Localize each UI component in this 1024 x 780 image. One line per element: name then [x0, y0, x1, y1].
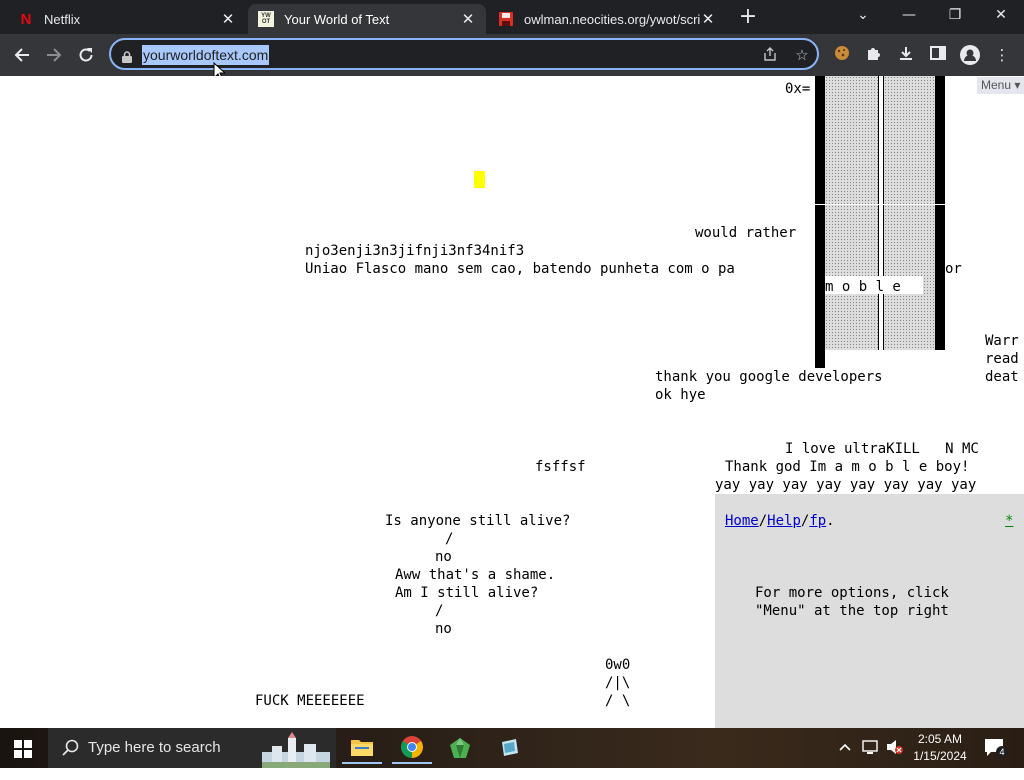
notification-count: 4: [996, 746, 1008, 758]
canvas-text: 0w0: [605, 657, 631, 673]
search-placeholder: Type here to search: [88, 739, 221, 756]
close-tab-icon[interactable]: ✕: [460, 10, 476, 28]
canvas-text: no: [435, 549, 452, 565]
notification-center-icon[interactable]: 4: [984, 738, 1008, 778]
art-block: [935, 76, 945, 350]
star-link[interactable]: *: [1005, 513, 1013, 529]
browser-toolbar: yourworldoftext.com ☆ ⋮: [0, 34, 1024, 76]
art-block: [884, 76, 935, 350]
lock-icon[interactable]: [122, 48, 132, 63]
text-cursor: [474, 171, 485, 188]
link-period: .: [826, 513, 835, 529]
canvas-text: no: [435, 621, 452, 637]
windows-taskbar: Type here to search 2:05 AM 1/15/2024 4: [0, 728, 1024, 768]
search-icon: [62, 739, 80, 761]
windows-start-icon[interactable]: [14, 740, 32, 758]
back-arrow-icon[interactable]: [10, 43, 34, 67]
canvas-text: ok hye: [655, 387, 706, 403]
taskbar-search-box[interactable]: Type here to search: [48, 728, 336, 768]
tab-owlman[interactable]: owlman.neocities.org/ywot/scrip ✕: [488, 4, 726, 34]
tab-your-world-of-text[interactable]: YW OT Your World of Text ✕: [248, 4, 486, 34]
art-block: [815, 204, 945, 205]
canvas-text: /: [435, 603, 444, 619]
new-tab-button[interactable]: +: [738, 6, 758, 28]
info-panel: Home/Help/fp. * For more options, click …: [715, 494, 1024, 728]
canvas-text: I love ultraKILL N MC: [785, 441, 979, 457]
canvas-text: read: [985, 351, 1019, 367]
chevron-up-icon[interactable]: [838, 740, 852, 780]
tab-title: Netflix: [44, 11, 81, 27]
close-tab-icon[interactable]: ✕: [220, 10, 236, 28]
canvas-text: Am I still alive?: [395, 585, 539, 601]
url-text[interactable]: yourworldoftext.com: [142, 45, 270, 65]
canvas-text: m o b l e: [825, 279, 901, 295]
clock-time: 2:05 AM: [917, 732, 963, 746]
coordinate-text: 0x=: [785, 81, 811, 97]
bookmark-star-icon[interactable]: ☆: [793, 46, 811, 64]
clock-date: 1/15/2024: [913, 749, 967, 763]
canvas-text: yay yay yay yay yay yay yay yay: [715, 477, 977, 493]
art-block: [825, 76, 878, 350]
star-link-wrap: *: [1005, 512, 1013, 530]
close-window-button[interactable]: ✕: [978, 0, 1024, 30]
canvas-text: /|\: [605, 675, 631, 691]
tab-title: Your World of Text: [284, 11, 390, 27]
green-gem-app-icon[interactable]: [440, 732, 480, 764]
floppy-disk-icon: [498, 11, 514, 27]
world-of-text-canvas[interactable]: 0x= Menu ▾ would rather njo3enji3n3jifnj…: [0, 76, 1024, 728]
tab-search-button[interactable]: ⌄: [840, 0, 886, 30]
canvas-text: deat: [985, 369, 1019, 385]
tab-title: owlman.neocities.org/ywot/scrip: [524, 11, 700, 27]
panel-links: Home/Help/fp.: [725, 512, 835, 530]
link-separator: /: [758, 513, 768, 529]
cookie-extension-icon[interactable]: [832, 45, 852, 65]
taskbar-clock[interactable]: 2:05 AM 1/15/2024: [900, 731, 980, 765]
canvas-text: Warr: [985, 333, 1019, 349]
kebab-menu-icon[interactable]: ⋮: [992, 45, 1012, 65]
canvas-text: Thank god Im a m o b l e boy!: [725, 459, 970, 475]
tab-netflix[interactable]: N Netflix ✕: [8, 4, 246, 34]
canvas-text: thank you google developers: [655, 369, 883, 385]
download-icon[interactable]: [896, 45, 916, 65]
help-link[interactable]: Help: [767, 513, 801, 529]
network-icon[interactable]: [862, 739, 880, 779]
canvas-text: or: [945, 261, 962, 277]
canvas-text: Uniao Flasco mano sem cao, batendo punhe…: [305, 261, 735, 277]
cyan-app-icon[interactable]: [490, 732, 530, 764]
options-hint: For more options, click: [755, 585, 949, 601]
puzzle-extensions-icon[interactable]: [864, 45, 884, 65]
chrome-icon[interactable]: [392, 732, 432, 764]
side-panel-icon[interactable]: [928, 45, 948, 65]
restore-button[interactable]: ❐: [932, 0, 978, 30]
profile-avatar-icon[interactable]: [960, 45, 980, 65]
canvas-text: /: [445, 531, 454, 547]
reload-icon[interactable]: [74, 43, 98, 67]
search-highlight-castle-icon: [258, 732, 334, 772]
canvas-text: Aww that's a shame.: [395, 567, 556, 583]
options-hint: "Menu" at the top right: [755, 603, 949, 619]
close-tab-icon[interactable]: ✕: [700, 10, 716, 28]
ywot-favicon-icon: YW OT: [258, 11, 274, 27]
canvas-text: / \: [605, 693, 631, 709]
canvas-text: FUCK MEEEEEEE: [255, 693, 365, 709]
home-link[interactable]: Home: [725, 513, 759, 529]
art-block: [815, 76, 825, 368]
share-icon[interactable]: [761, 46, 779, 64]
canvas-text: Is anyone still alive?: [385, 513, 571, 529]
canvas-text: would rather: [695, 225, 797, 241]
canvas-text: fsffsf: [535, 459, 586, 475]
netflix-n-icon: N: [20, 10, 32, 28]
forward-arrow-icon[interactable]: [42, 43, 66, 67]
minimize-button[interactable]: —: [886, 0, 932, 30]
menu-button[interactable]: Menu ▾: [977, 77, 1024, 94]
file-explorer-icon[interactable]: [342, 732, 382, 764]
canvas-text: njo3enji3n3jifnji3nf34nif3: [305, 243, 525, 259]
tab-strip: N Netflix ✕ YW OT Your World of Text ✕ ow…: [0, 0, 1024, 34]
fp-link[interactable]: fp: [809, 513, 826, 529]
